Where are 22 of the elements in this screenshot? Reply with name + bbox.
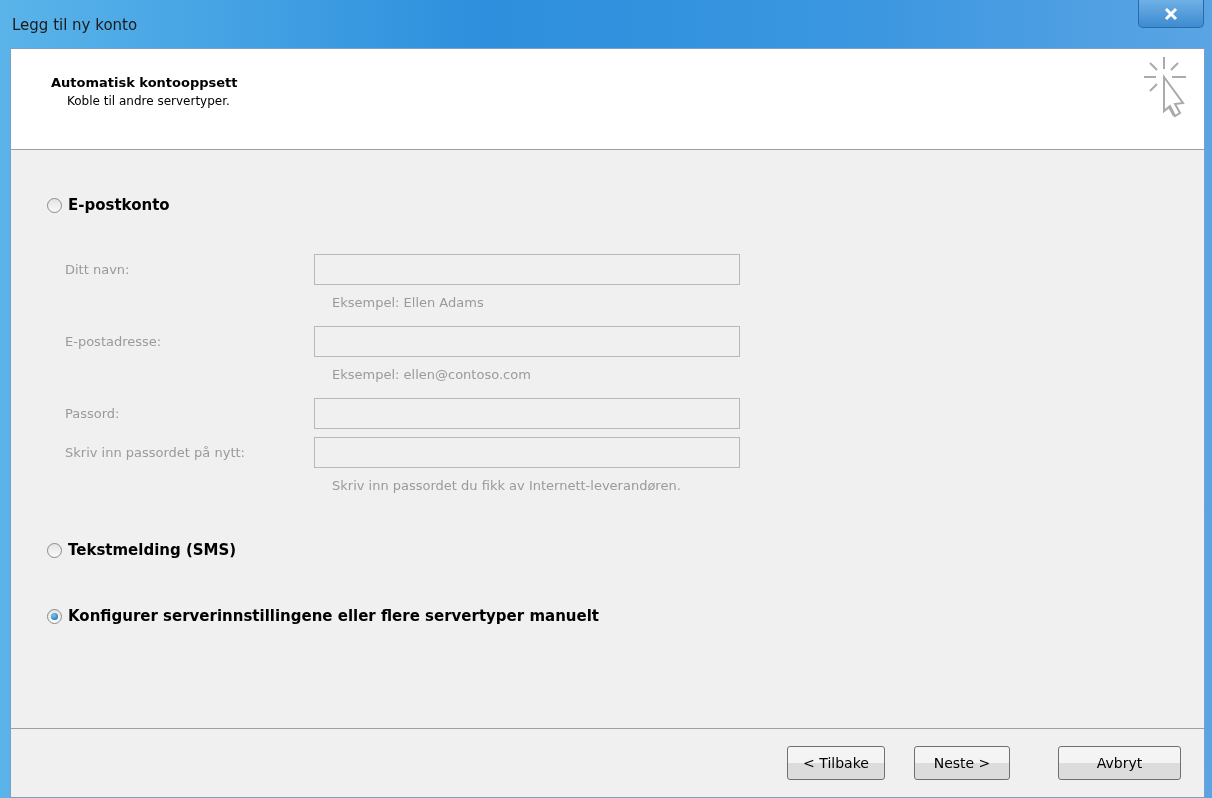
radio-option[interactable]: Tekstmelding (SMS)	[47, 541, 237, 559]
page-heading: Automatisk kontooppsett	[51, 75, 238, 90]
radio-button[interactable]	[47, 608, 62, 624]
dialog-button[interactable]: Avbryt	[1058, 746, 1181, 780]
cursor-click-icon	[1142, 55, 1188, 119]
field-label: Skriv inn passordet på nytt:	[65, 445, 246, 460]
close-button[interactable]	[1138, 0, 1204, 28]
page-subtitle: Koble til andre servertyper.	[67, 94, 231, 108]
dialog-button[interactable]: < Tilbake	[787, 746, 885, 780]
field-label: E-postadresse:	[65, 334, 163, 349]
field-hint: Eksempel: ellen@contoso.com	[332, 367, 532, 382]
close-icon	[1163, 6, 1179, 21]
field-label: Ditt navn:	[65, 262, 131, 277]
field-hint: Skriv inn passordet du fikk av Internett-leverandøren.	[332, 478, 682, 493]
radio-option[interactable]: Konfigurer serverinnstillingene eller flere servertyper manuelt	[47, 607, 599, 625]
radio-option[interactable]: E-postkonto	[47, 196, 170, 214]
dialog-button[interactable]: Neste >	[914, 746, 1010, 780]
window-title: Legg til ny konto	[12, 16, 139, 34]
field-label: Passord:	[65, 406, 121, 421]
radio-button[interactable]	[47, 542, 62, 558]
field-hint: Eksempel: Ellen Adams	[332, 295, 485, 310]
radio-button[interactable]	[47, 197, 62, 213]
